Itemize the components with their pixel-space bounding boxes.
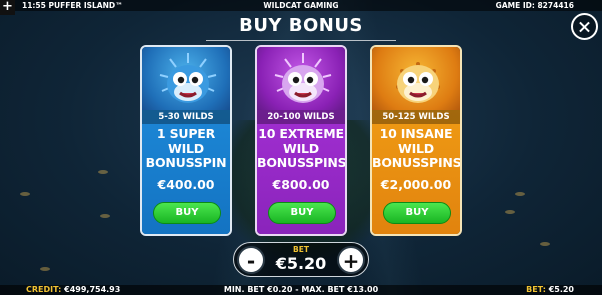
fish-decoration (505, 210, 515, 214)
close-icon[interactable] (571, 13, 598, 40)
bet-stepper: BET €5.20 - + (233, 242, 369, 277)
bonus-line: BONUSSPINS (372, 155, 462, 170)
bonus-card-insane: 50-125 WILDS 10 INSANE WILD BONUSSPINS €… (370, 45, 462, 236)
top-info-bar: 11:55 PUFFER ISLAND™ WILDCAT GAMING GAME… (0, 0, 602, 11)
menu-button[interactable]: + (0, 0, 15, 15)
fish-decoration (40, 267, 50, 271)
fish-decoration (98, 170, 108, 174)
bet-display-value: €5.20 (548, 285, 574, 294)
bonus-description: 10 INSANE WILD BONUSSPINS (372, 126, 462, 171)
puffer-fish-blue-image (142, 47, 230, 110)
fish-decoration (20, 192, 30, 196)
decrease-bet-button[interactable]: - (237, 246, 265, 274)
bonus-line: 10 INSANE (379, 126, 453, 141)
bonus-line: WILD (283, 140, 319, 156)
bonus-price: €2,000.00 (380, 177, 452, 192)
game-id: GAME ID: 8274416 (495, 1, 574, 10)
fish-decoration (515, 192, 525, 196)
fish-decoration (540, 242, 550, 246)
bonus-card-super: 5-30 WILDS 1 SUPER WILD BONUSSPIN €400.0… (140, 45, 232, 236)
bonus-price: €400.00 (157, 177, 215, 192)
bonus-description: 10 EXTREME WILD BONUSSPINS (257, 126, 347, 171)
page-title: BUY BONUS (239, 15, 363, 36)
bet-display-label: BET: (526, 285, 546, 294)
buy-button[interactable]: BUY (268, 202, 336, 224)
wilds-range: 5-30 WILDS (142, 110, 230, 124)
wilds-range: 50-125 WILDS (372, 110, 460, 124)
buy-button[interactable]: BUY (153, 202, 221, 224)
bottom-info-bar: CREDIT: €499,754.93 MIN. BET €0.20 - MAX… (0, 285, 602, 295)
bonus-line: 1 SUPER (156, 126, 216, 141)
buy-button[interactable]: BUY (383, 202, 451, 224)
puffer-fish-orange-image (372, 47, 460, 110)
bet-limits: MIN. BET €0.20 - MAX. BET €13.00 (223, 285, 379, 294)
wilds-range: 20-100 WILDS (257, 110, 345, 124)
bonus-price: €800.00 (272, 177, 330, 192)
bonus-description: 1 SUPER WILD BONUSSPIN (142, 126, 230, 171)
bonus-card-extreme: 20-100 WILDS 10 EXTREME WILD BONUSSPINS … (255, 45, 347, 236)
bonus-line: WILD (168, 140, 204, 156)
bonus-line: BONUSSPINS (257, 155, 347, 170)
increase-bet-button[interactable]: + (337, 246, 365, 274)
fish-decoration (100, 214, 110, 218)
title-underline (206, 40, 396, 41)
bonus-line: 10 EXTREME (258, 126, 344, 141)
bonus-line: BONUSSPIN (145, 155, 227, 170)
puffer-fish-purple-image (257, 47, 345, 110)
bet-display: BET: €5.20 (526, 285, 574, 295)
bonus-line: WILD (398, 140, 434, 156)
